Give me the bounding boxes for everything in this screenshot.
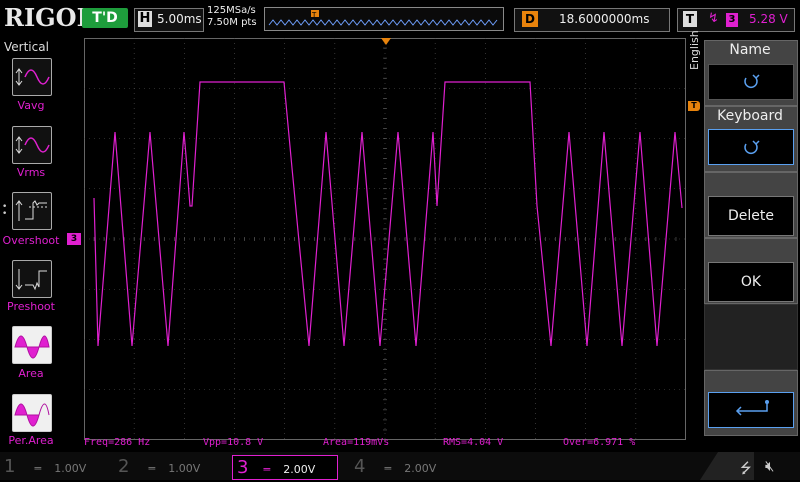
vavg-icon xyxy=(15,68,50,86)
overshoot-button[interactable] xyxy=(12,192,52,230)
channel-1-coupling-icon: ═ xyxy=(34,462,42,475)
brand-logo: RIGOL xyxy=(4,3,94,32)
name-button[interactable] xyxy=(708,64,794,100)
speaker-mute-icon[interactable]: 🔇︎ xyxy=(765,457,774,475)
delay-box[interactable]: D 18.6000000ms xyxy=(514,8,670,32)
per-area-label: Per.Area xyxy=(8,434,54,447)
delete-button[interactable]: Delete xyxy=(708,196,794,236)
overshoot-icon xyxy=(15,200,47,221)
timebase-value: 5.00ms xyxy=(157,12,202,26)
vrms-button[interactable] xyxy=(12,126,52,164)
trigger-key: T xyxy=(683,11,697,27)
channel-4[interactable]: 4 ═ 2.00V xyxy=(354,455,436,478)
vavg-label: Vavg xyxy=(17,99,45,112)
channel-3-number: 3 xyxy=(237,457,249,478)
channel-3-coupling-icon: ═ xyxy=(263,463,271,476)
keyboard-label: Keyboard xyxy=(717,108,783,124)
measure-overshoot: Over=6.971 % xyxy=(563,437,636,448)
channel-4-coupling-icon: ═ xyxy=(384,462,392,475)
rotate-knob-icon xyxy=(744,140,760,154)
channel-2-number: 2 xyxy=(118,456,130,477)
channel-3[interactable]: 3 ═ 2.00V xyxy=(232,455,338,480)
trigger-box[interactable]: T ↯ 3 5.28 V xyxy=(677,8,795,32)
trigger-level: 5.28 V xyxy=(749,12,788,26)
name-label: Name xyxy=(729,42,771,58)
channel-3-scale: 2.00V xyxy=(283,463,316,476)
preshoot-icon xyxy=(15,269,47,291)
area-button[interactable] xyxy=(12,326,52,364)
area-label: Area xyxy=(18,367,44,380)
measure-freq: Freq=286 Hz xyxy=(84,437,151,448)
channel-1[interactable]: 1 ═ 1.00V xyxy=(4,455,86,478)
usb-icon: ⭍ xyxy=(740,461,752,477)
trigger-level-marker[interactable]: T xyxy=(688,101,700,111)
vavg-button[interactable] xyxy=(12,58,52,96)
horizontal-timebase-box[interactable]: H 5.00ms xyxy=(134,8,204,32)
menu-page-dots: • • xyxy=(2,202,8,219)
memory-depth: 7.50M pts xyxy=(207,17,257,28)
delay-value: 18.6000000ms xyxy=(559,12,650,26)
channel-2-scale: 1.00V xyxy=(168,462,201,475)
per-area-button[interactable] xyxy=(12,394,52,432)
ok-button[interactable]: OK xyxy=(708,262,794,302)
horizontal-key: H xyxy=(138,11,152,27)
delay-key: D xyxy=(522,11,538,27)
measure-vpp: Vpp=10.8 V xyxy=(203,437,264,448)
empty-panel xyxy=(704,304,798,370)
preshoot-label: Preshoot xyxy=(7,300,55,313)
keyboard-button[interactable] xyxy=(708,129,794,165)
memory-waveform-strip[interactable]: T xyxy=(264,7,504,31)
measure-area: Area=119mVs xyxy=(323,437,390,448)
vrms-icon xyxy=(15,136,50,154)
per-area-icon xyxy=(14,403,50,427)
language-label: English xyxy=(688,30,701,70)
channel-2[interactable]: 2 ═ 1.00V xyxy=(118,455,200,478)
trigger-source-badge: 3 xyxy=(726,13,738,27)
ch3-ground-marker[interactable]: 3 xyxy=(67,233,81,245)
run-status-badge[interactable]: T'D xyxy=(82,8,128,28)
sample-rate: 125MSa/s xyxy=(207,5,256,16)
overshoot-label: Overshoot xyxy=(2,234,60,247)
channel-4-scale: 2.00V xyxy=(404,462,437,475)
channel-4-number: 4 xyxy=(354,456,366,477)
left-menu-title: Vertical xyxy=(4,40,49,54)
measure-rms: RMS=4.04 V xyxy=(443,437,504,448)
channel-2-coupling-icon: ═ xyxy=(148,462,156,475)
ch3-waveform-trace xyxy=(93,81,683,347)
area-icon xyxy=(14,335,50,359)
acquisition-info: 125MSa/s 7.50M pts xyxy=(207,5,257,29)
preshoot-button[interactable] xyxy=(12,260,52,298)
memory-strip-graphic: T xyxy=(268,10,498,26)
svg-text:T: T xyxy=(311,11,317,19)
trigger-position-marker[interactable] xyxy=(381,38,391,45)
channel-1-scale: 1.00V xyxy=(54,462,87,475)
enter-button[interactable] xyxy=(708,392,794,428)
rotate-knob-icon xyxy=(744,74,760,88)
vrms-label: Vrms xyxy=(16,166,46,179)
channel-1-number: 1 xyxy=(4,456,16,477)
waveform-display[interactable] xyxy=(84,38,686,440)
enter-arrow-icon xyxy=(735,400,769,416)
trigger-edge-icon: ↯ xyxy=(708,11,719,26)
